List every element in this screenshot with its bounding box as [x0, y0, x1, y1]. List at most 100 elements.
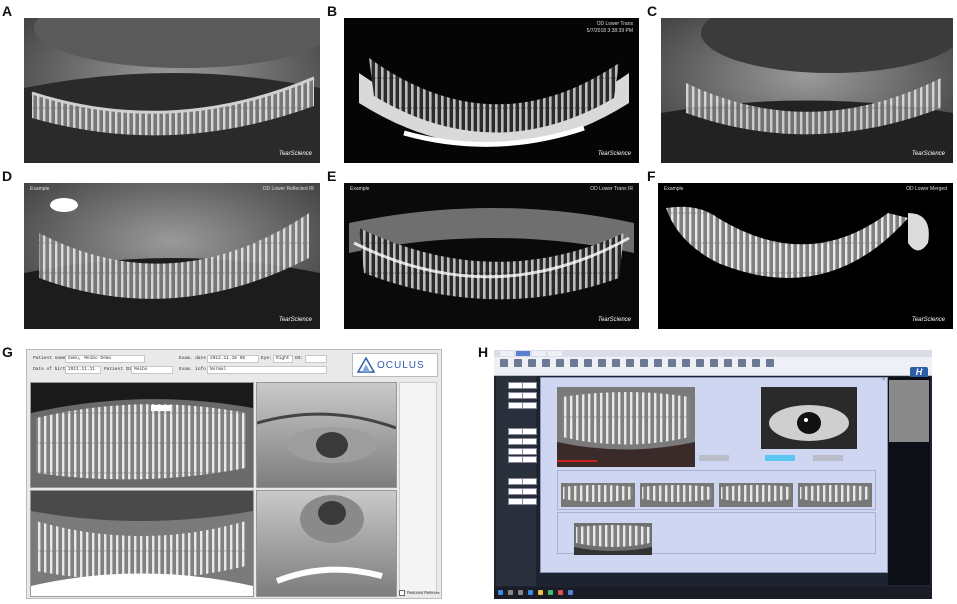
- rectangle-icon[interactable]: [640, 359, 648, 367]
- close-icon[interactable]: ×: [882, 377, 885, 383]
- control-box[interactable]: [522, 456, 537, 463]
- control-box[interactable]: [508, 478, 523, 485]
- eye-image-lower-right[interactable]: [256, 490, 397, 597]
- control-box[interactable]: [522, 428, 537, 435]
- search-icon[interactable]: [508, 590, 513, 595]
- control-box[interactable]: [522, 402, 537, 409]
- os-label: OS:: [295, 356, 304, 361]
- app-icon-3[interactable]: [568, 590, 573, 595]
- panel-label-b: B: [327, 3, 338, 19]
- eye-preview-image[interactable]: [761, 387, 857, 449]
- dialog-button-3[interactable]: [813, 455, 843, 461]
- control-box[interactable]: [522, 498, 537, 505]
- analysis-dialog: ×: [540, 377, 888, 573]
- patient-id-field[interactable]: Meibo: [131, 366, 173, 374]
- right-preview-image[interactable]: [889, 380, 929, 442]
- control-box[interactable]: [508, 488, 523, 495]
- control-box[interactable]: [522, 478, 537, 485]
- panel-label-f: F: [647, 168, 656, 184]
- os-field[interactable]: [305, 355, 327, 363]
- taskbar: [494, 587, 932, 599]
- folder-icon[interactable]: [538, 590, 543, 595]
- oculus-logo: OCULUS: [352, 353, 438, 377]
- app-icon[interactable]: [548, 590, 553, 595]
- thumbnail-3[interactable]: [719, 483, 793, 507]
- control-box[interactable]: [522, 488, 537, 495]
- grid-icon[interactable]: [514, 359, 522, 367]
- control-box[interactable]: [522, 392, 537, 399]
- meibography-image-c: TearScience: [661, 18, 953, 163]
- selected-thumbnail[interactable]: [574, 523, 652, 555]
- eye-field[interactable]: Right: [273, 355, 293, 363]
- reduced-reflexes-checkbox[interactable]: Reduced Reflexes: [399, 590, 440, 596]
- thumbnail-2[interactable]: [640, 483, 714, 507]
- panel-label-e: E: [327, 168, 337, 184]
- checkbox-box[interactable]: [399, 590, 405, 596]
- dialog-button-2[interactable]: [765, 455, 795, 461]
- browser-icon[interactable]: [528, 590, 533, 595]
- grid-icon-2[interactable]: [528, 359, 536, 367]
- settings-icon[interactable]: [738, 359, 746, 367]
- exam-info-field[interactable]: Normal: [207, 366, 327, 374]
- print-icon[interactable]: [724, 359, 732, 367]
- control-box[interactable]: [508, 448, 523, 455]
- tab-4[interactable]: [548, 351, 562, 356]
- image-caption: OD Lower Merged: [906, 186, 947, 192]
- arrow-icon[interactable]: [682, 359, 690, 367]
- image-caption-left: Example: [350, 186, 370, 192]
- export-icon[interactable]: [710, 359, 718, 367]
- control-box[interactable]: [508, 402, 523, 409]
- panel-label-h: H: [478, 344, 489, 360]
- dialog-button-1[interactable]: [699, 455, 729, 461]
- list-icon[interactable]: [542, 359, 550, 367]
- report-icon[interactable]: [752, 359, 760, 367]
- text-icon[interactable]: [696, 359, 704, 367]
- zoom-out-icon[interactable]: [584, 359, 592, 367]
- oculus-software-screenshot: Patient name: Gemu, Meibo Demo Date of b…: [26, 349, 442, 599]
- image-caption-left: Example: [30, 186, 50, 192]
- panel-label-a: A: [2, 3, 13, 19]
- exam-date-field[interactable]: 2012.11.16 08: [207, 355, 259, 363]
- thumbnail-4[interactable]: [798, 483, 872, 507]
- control-box[interactable]: [508, 498, 523, 505]
- redo-icon[interactable]: [612, 359, 620, 367]
- control-box[interactable]: [508, 438, 523, 445]
- control-box[interactable]: [522, 438, 537, 445]
- zoom-in-icon[interactable]: [570, 359, 578, 367]
- brand-watermark: TearScience: [278, 317, 312, 323]
- control-box[interactable]: [522, 448, 537, 455]
- document-icon[interactable]: [766, 359, 774, 367]
- brand-watermark: TearScience: [911, 317, 945, 323]
- task-view-icon[interactable]: [518, 590, 523, 595]
- toolbar: H: [494, 357, 932, 378]
- meibography-software-screenshot: H ×: [494, 350, 932, 599]
- control-box[interactable]: [522, 382, 537, 389]
- eye-image-upper-right[interactable]: [256, 382, 397, 488]
- oculus-logo-icon: [357, 357, 375, 373]
- tab-3[interactable]: [532, 351, 546, 356]
- list-icon-2[interactable]: [556, 359, 564, 367]
- circle-icon[interactable]: [654, 359, 662, 367]
- polygon-icon[interactable]: [668, 359, 676, 367]
- start-icon[interactable]: [498, 590, 503, 595]
- control-box[interactable]: [508, 456, 523, 463]
- control-box[interactable]: [508, 428, 523, 435]
- control-box[interactable]: [508, 392, 523, 399]
- patient-name-field[interactable]: Gemu, Meibo Demo: [65, 355, 145, 363]
- brand-watermark: TearScience: [597, 151, 631, 157]
- patient-id-label: Patient ID:: [104, 367, 134, 372]
- image-timestamp: 5/7/2018 3:38:39 PM: [586, 28, 633, 34]
- brand-watermark: TearScience: [597, 317, 631, 323]
- folder-icon[interactable]: [500, 359, 508, 367]
- main-lid-image[interactable]: [557, 387, 695, 467]
- control-box[interactable]: [508, 382, 523, 389]
- tab-2[interactable]: [516, 351, 530, 356]
- lid-image-lower-left[interactable]: [30, 490, 254, 597]
- app-icon-2[interactable]: [558, 590, 563, 595]
- undo-icon[interactable]: [598, 359, 606, 367]
- tab-1[interactable]: [500, 351, 514, 356]
- lid-image-upper-left[interactable]: [30, 382, 254, 488]
- crop-icon[interactable]: [626, 359, 634, 367]
- thumbnail-1[interactable]: [561, 483, 635, 507]
- date-of-birth-field[interactable]: 2011.11.11: [65, 366, 101, 374]
